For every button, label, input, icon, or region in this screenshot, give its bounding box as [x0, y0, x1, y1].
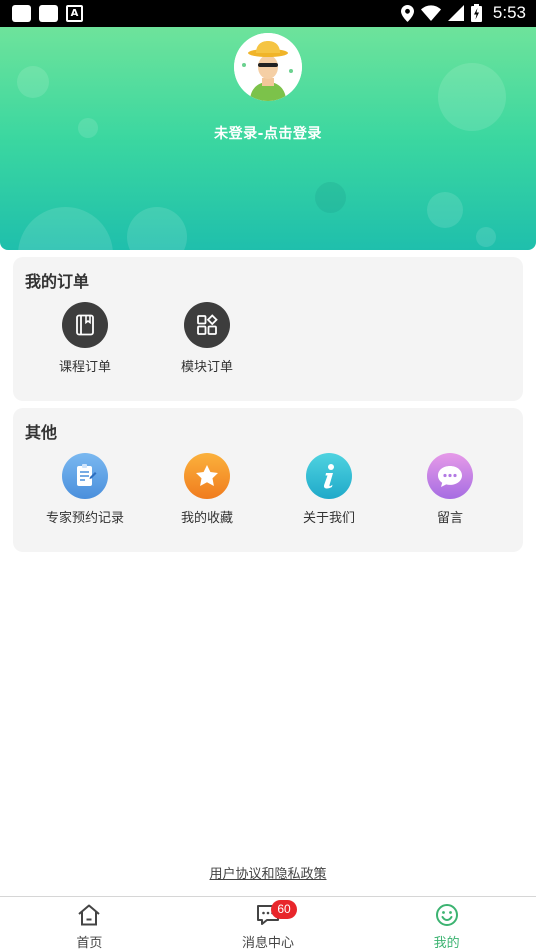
course-orders-label: 课程订单 [58, 360, 111, 375]
about-us-button[interactable]: 关于我们 [268, 453, 390, 526]
module-orders-button[interactable]: 模块订单 [146, 302, 268, 375]
decor-bubble [315, 182, 346, 213]
avatar[interactable] [234, 33, 302, 101]
decor-bubble [476, 227, 496, 247]
login-prompt[interactable]: 未登录-点击登录 [0, 123, 536, 143]
decor-bubble [427, 192, 463, 228]
other-card: 其他 专家预约记录 我的收藏 关于我们 留言 [13, 408, 523, 552]
smile-icon [435, 904, 458, 926]
bottom-nav: 首页 消息中心 我的 60 [0, 896, 536, 952]
notification-icons: A [12, 5, 83, 22]
battery-icon [470, 4, 482, 22]
star-icon [196, 465, 218, 486]
expert-appointments-icon-bg [62, 453, 108, 499]
profile-header[interactable]: 未登录-点击登录 [0, 27, 536, 250]
other-title: 其他 [25, 423, 58, 442]
expert-appointments-button[interactable]: 专家预约记录 [24, 453, 146, 526]
a-notification-icon: A [66, 5, 83, 22]
decor-bubble [17, 66, 49, 98]
signal-icon [447, 5, 464, 21]
nav-item-home[interactable]: 首页 [0, 897, 179, 952]
grid-icon [197, 314, 218, 335]
leave-message-button[interactable]: 留言 [389, 453, 511, 526]
decor-bubble [438, 63, 506, 131]
orders-card: 我的订单 课程订单 模块订单 [13, 257, 523, 401]
course-orders-button[interactable]: 课程订单 [24, 302, 146, 375]
clock: 5:53 [492, 3, 526, 22]
module-orders-label: 模块订单 [180, 360, 233, 375]
farmer-avatar-icon [234, 33, 302, 101]
notification-square-icon [39, 5, 58, 22]
decor-bubble [127, 207, 187, 250]
about-us-icon-bg [306, 453, 352, 499]
info-icon [323, 464, 334, 489]
about-us-label: 关于我们 [302, 511, 355, 526]
leave-message-icon-bg [427, 453, 473, 499]
status-bar: A 5:53 [0, 0, 536, 27]
nav-item-mine[interactable]: 我的 [357, 897, 536, 952]
course-orders-icon-bg [62, 302, 108, 348]
chat-bubble-icon [438, 466, 462, 487]
favorites-icon-bg [184, 453, 230, 499]
decor-bubble [18, 207, 113, 250]
home-icon [78, 904, 100, 926]
leave-message-label: 留言 [436, 511, 463, 526]
orders-title: 我的订单 [25, 272, 90, 291]
favorites-label: 我的收藏 [180, 511, 233, 526]
unread-badge: 60 [271, 900, 297, 919]
favorites-button[interactable]: 我的收藏 [146, 453, 268, 526]
nav-label-messages: 消息中心 [242, 936, 295, 951]
privacy-policy-link[interactable]: 用户协议和隐私政策 [0, 863, 536, 882]
nav-label-home: 首页 [76, 936, 103, 951]
notepad-icon [77, 464, 97, 486]
module-orders-icon-bg [184, 302, 230, 348]
nav-label-mine: 我的 [433, 936, 460, 951]
nav-item-messages[interactable]: 消息中心 [179, 897, 358, 952]
expert-appointments-label: 专家预约记录 [45, 511, 124, 526]
notification-square-icon [12, 5, 31, 22]
location-icon [400, 4, 414, 22]
book-icon [76, 314, 94, 336]
wifi-icon [420, 5, 441, 21]
